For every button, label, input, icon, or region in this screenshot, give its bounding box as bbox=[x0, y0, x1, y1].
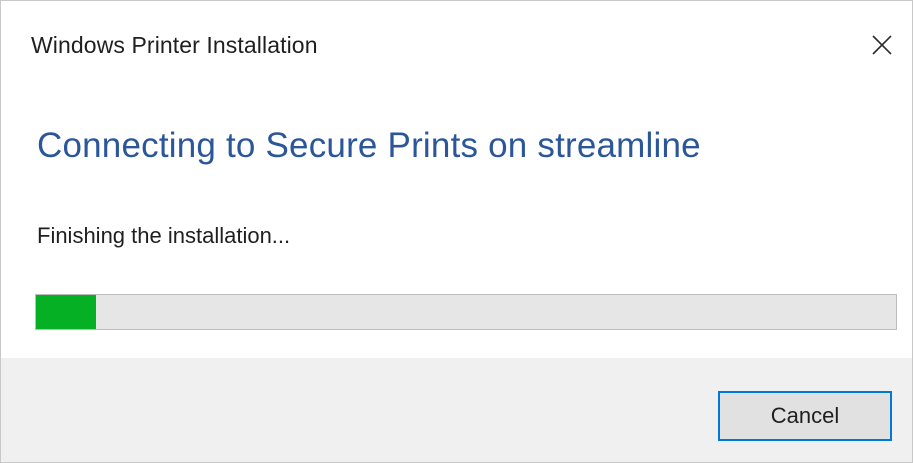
cancel-button[interactable]: Cancel bbox=[718, 391, 892, 441]
window-title: Windows Printer Installation bbox=[31, 32, 318, 58]
title-bar: Windows Printer Installation bbox=[1, 1, 912, 93]
printer-install-dialog: Windows Printer Installation Connecting … bbox=[0, 0, 913, 463]
progress-bar bbox=[35, 294, 897, 330]
status-text: Finishing the installation... bbox=[37, 223, 291, 248]
dialog-footer: Cancel bbox=[1, 358, 912, 462]
close-icon bbox=[872, 35, 892, 55]
close-button[interactable] bbox=[852, 15, 912, 77]
progress-fill bbox=[36, 295, 97, 329]
dialog-heading: Connecting to Secure Prints on streamlin… bbox=[37, 126, 701, 165]
